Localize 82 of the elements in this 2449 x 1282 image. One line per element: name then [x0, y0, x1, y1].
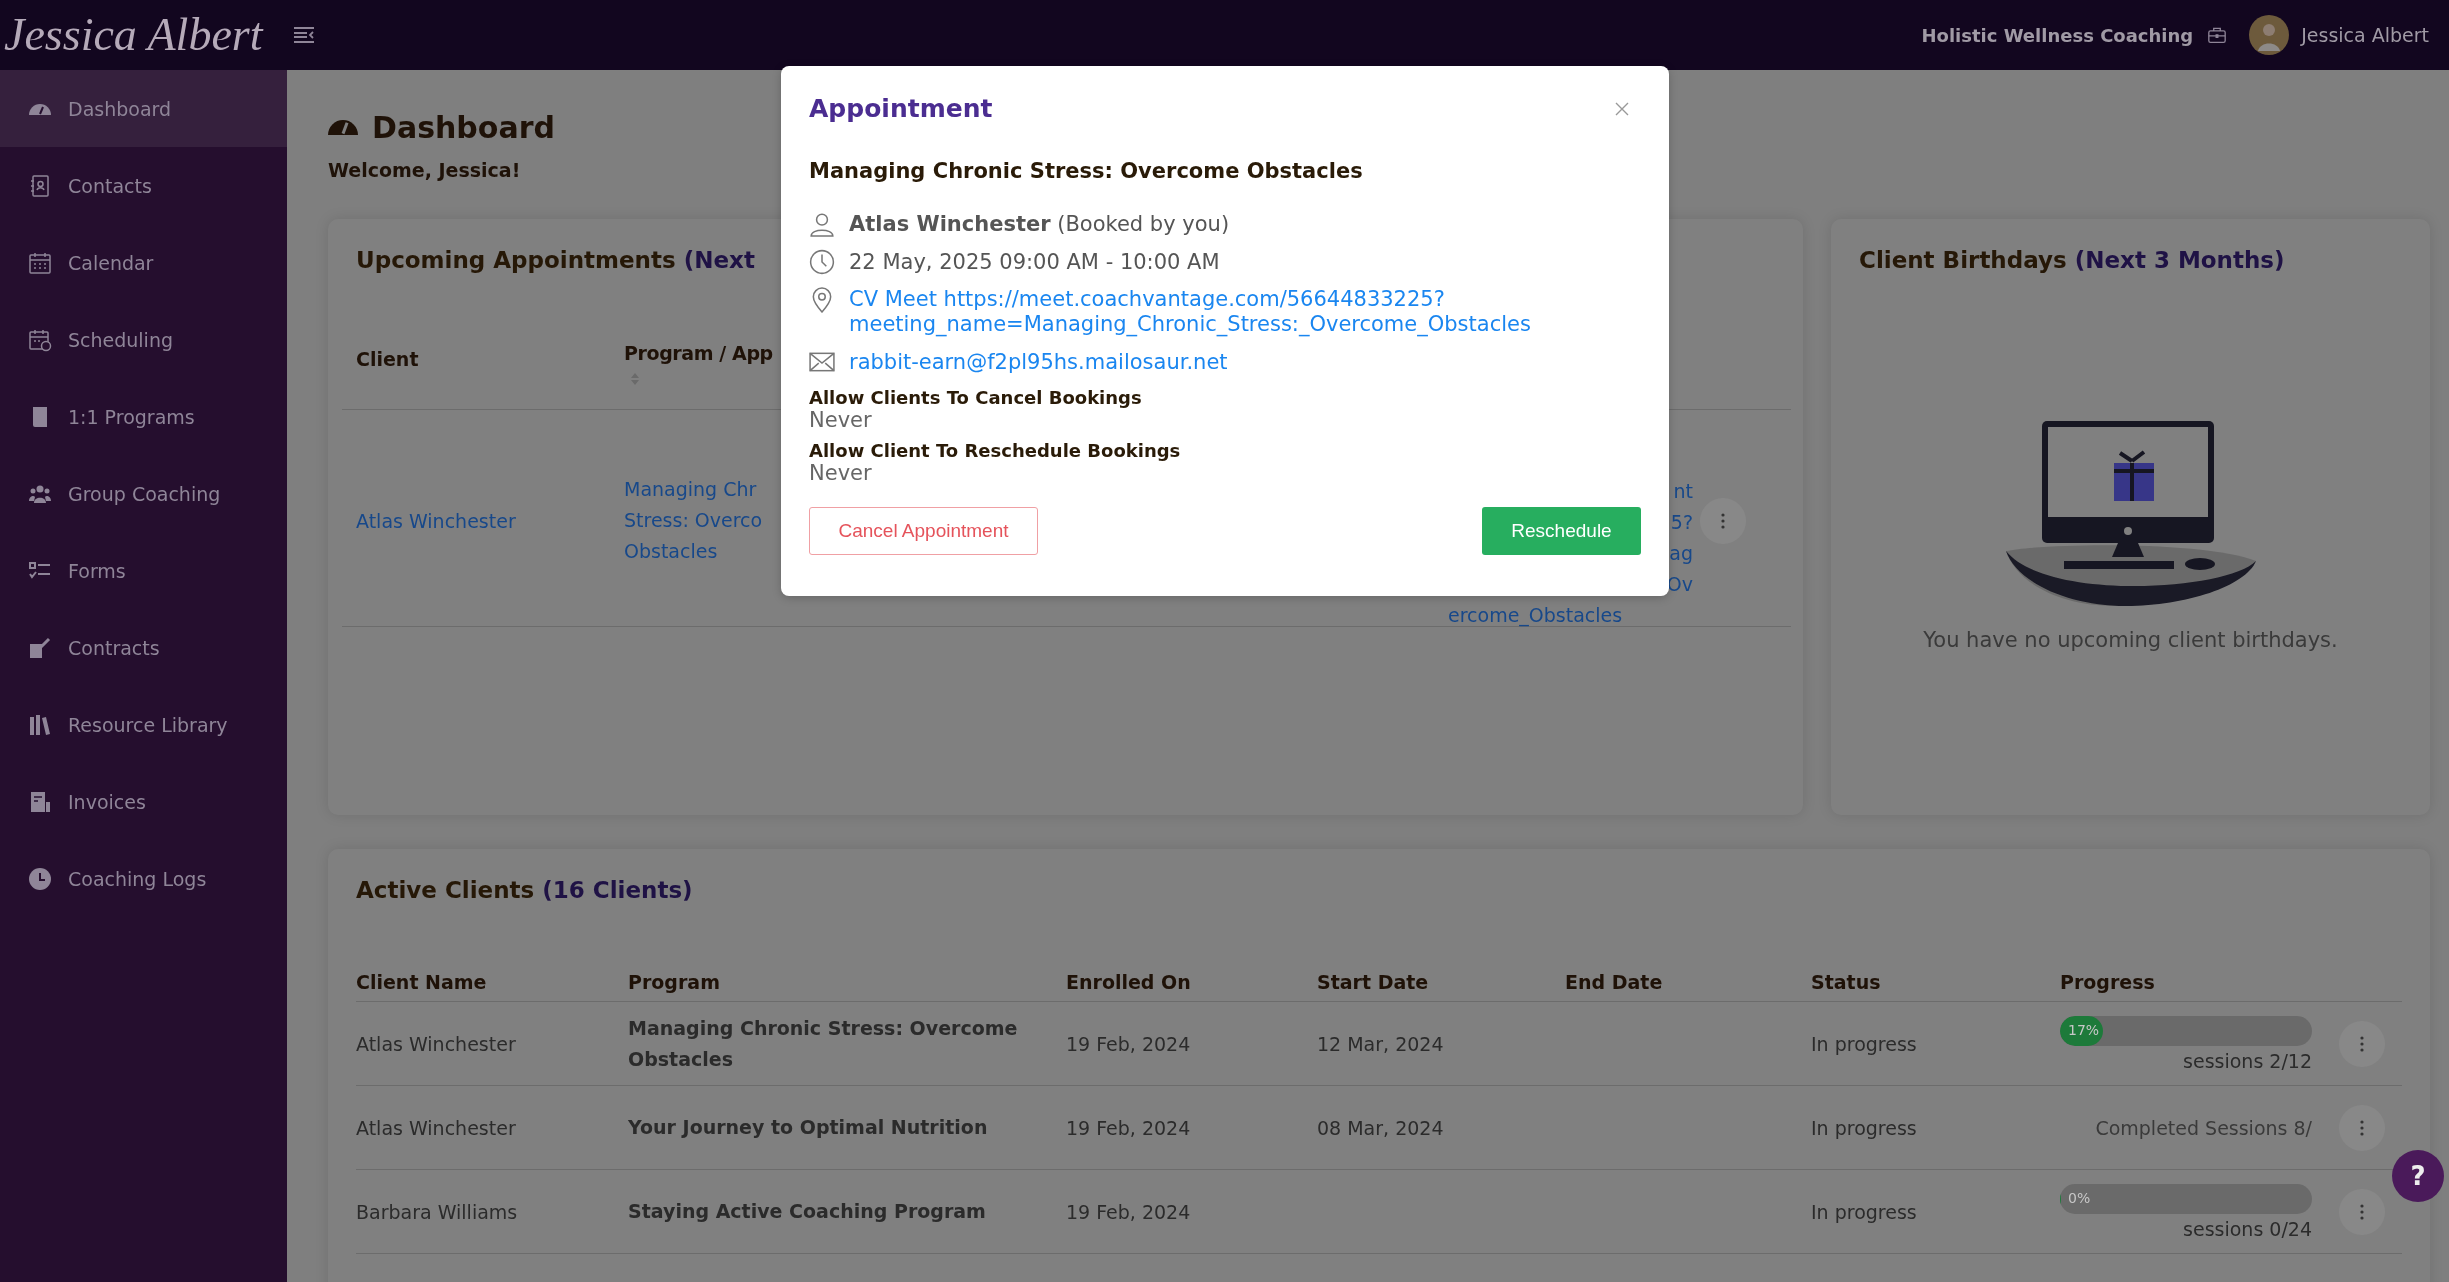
- program-link[interactable]: Managing Chr Stress: Overco Obstacles: [624, 474, 763, 567]
- sidebar-item[interactable]: Scheduling: [0, 301, 287, 378]
- setting-value: Never: [809, 408, 873, 432]
- more-button[interactable]: [1700, 497, 1746, 544]
- progress-label: 0%: [2068, 1189, 2091, 1206]
- kebab-icon: [2360, 1203, 2364, 1220]
- table-cell: Atlas Winchester: [356, 1032, 516, 1055]
- person-icon: [809, 211, 835, 237]
- sidebar-item[interactable]: Dashboard: [0, 70, 287, 147]
- close-icon[interactable]: [1615, 101, 1629, 116]
- column-header: Status: [1811, 971, 1881, 993]
- gauge-icon: [328, 120, 358, 135]
- table-cell: 12 Mar, 2024: [1317, 1032, 1444, 1055]
- setting-label: Allow Client To Reschedule Bookings: [809, 440, 1182, 461]
- email-link[interactable]: rabbit-earn@f2pl95hs.mailosaur.net: [849, 349, 1228, 375]
- table-cell: 19 Feb, 2024: [1066, 1032, 1191, 1055]
- card-title: Active Clients (16 Clients): [356, 877, 693, 903]
- setting-value: Never: [809, 461, 873, 485]
- page-title: Dashboard: [372, 110, 555, 145]
- kebab-icon: [2360, 1035, 2364, 1052]
- empty-message: You have no upcoming client birthdays.: [1923, 628, 2338, 652]
- table-cell: In progress: [1811, 1200, 1917, 1223]
- sidebar-item[interactable]: Forms: [0, 532, 287, 609]
- column-header: Progress: [2060, 971, 2155, 993]
- sidebar-item[interactable]: Calendar: [0, 224, 287, 301]
- program-link[interactable]: Your Journey to Optimal Nutrition: [628, 1112, 1008, 1143]
- table-cell: 08 Mar, 2024: [1317, 1116, 1444, 1139]
- reschedule-button[interactable]: Reschedule: [1482, 507, 1641, 555]
- avatar[interactable]: [2249, 15, 2290, 55]
- progress-label: 17%: [2068, 1021, 2100, 1038]
- setting-label: Allow Clients To Cancel Bookings: [809, 387, 1143, 408]
- cancel-appointment-button[interactable]: Cancel Appointment: [809, 507, 1038, 555]
- more-button[interactable]: [2339, 1188, 2385, 1235]
- kebab-icon: [1721, 512, 1725, 529]
- business-name[interactable]: Holistic Wellness Coaching: [1921, 24, 2194, 46]
- sidebar-item[interactable]: Contacts: [0, 147, 287, 224]
- appointment-time: 22 May, 2025 09:00 AM - 10:00 AM: [849, 250, 1220, 274]
- calendar-icon: [28, 250, 52, 275]
- sessions-text: sessions 0/24: [2183, 1217, 2312, 1240]
- column-header: Client: [356, 348, 419, 370]
- clock-icon: [28, 866, 52, 891]
- sidebar-item[interactable]: Group Coaching: [0, 455, 287, 532]
- welcome-text: Welcome, Jessica!: [328, 159, 521, 181]
- sidebar-item[interactable]: Resource Library: [0, 686, 287, 763]
- user-name[interactable]: Jessica Albert: [2301, 24, 2429, 46]
- table-cell: In progress: [1811, 1032, 1917, 1055]
- more-button[interactable]: [2339, 1104, 2385, 1151]
- table-cell: 19 Feb, 2024: [1066, 1200, 1191, 1223]
- client-name: Atlas Winchester (Booked by you): [849, 212, 1230, 236]
- contact-book-icon: [28, 173, 52, 198]
- column-header: Client Name: [356, 971, 487, 993]
- meeting-link[interactable]: CV Meet https://meet.coachvantage.com/56644833225? meeting_name=Managing_Chronic_Stress:_Overcome_Obstacles: [849, 287, 1531, 337]
- column-header: Enrolled On: [1066, 971, 1191, 993]
- signature-icon: [28, 635, 52, 660]
- sidebar-item[interactable]: Coaching Logs: [0, 840, 287, 917]
- more-button[interactable]: [2339, 1020, 2385, 1067]
- program-link[interactable]: Staying Active Coaching Program: [628, 1196, 1006, 1227]
- sidebar-item[interactable]: Contracts: [0, 609, 287, 686]
- card-title: Upcoming Appointments (Next: [356, 247, 755, 273]
- menu-icon[interactable]: [292, 25, 317, 45]
- books-icon: [28, 712, 52, 737]
- calendar-clock-icon: [28, 327, 52, 352]
- column-header: End Date: [1565, 971, 1663, 993]
- card-title: Client Birthdays (Next 3 Months): [1859, 247, 2285, 273]
- sidebar-item[interactable]: Invoices: [0, 763, 287, 840]
- kebab-icon: [2360, 1119, 2364, 1136]
- sessions-text: sessions 2/12: [2183, 1049, 2312, 1072]
- table-cell: Barbara Williams: [356, 1200, 518, 1223]
- invoice-icon: [28, 789, 52, 814]
- column-header: Program: [628, 971, 720, 993]
- table-cell: In progress: [1811, 1116, 1917, 1139]
- sessions-text: Completed Sessions 8/: [2095, 1116, 2312, 1139]
- dialog-title: Appointment: [809, 94, 993, 123]
- column-header: Start Date: [1317, 971, 1429, 993]
- sidebar-item[interactable]: 1:1 Programs: [0, 378, 287, 455]
- briefcase-icon[interactable]: [2207, 26, 2228, 44]
- logo[interactable]: Jessica Albert: [4, 4, 263, 66]
- program-link[interactable]: Managing Chronic Stress: Overcome Obstacles: [628, 1012, 1066, 1075]
- program-title: Managing Chronic Stress: Overcome Obstacles: [809, 159, 1364, 183]
- table-cell: 19 Feb, 2024: [1066, 1116, 1191, 1139]
- clock-icon: [809, 249, 835, 275]
- table-cell: Atlas Winchester: [356, 1116, 516, 1139]
